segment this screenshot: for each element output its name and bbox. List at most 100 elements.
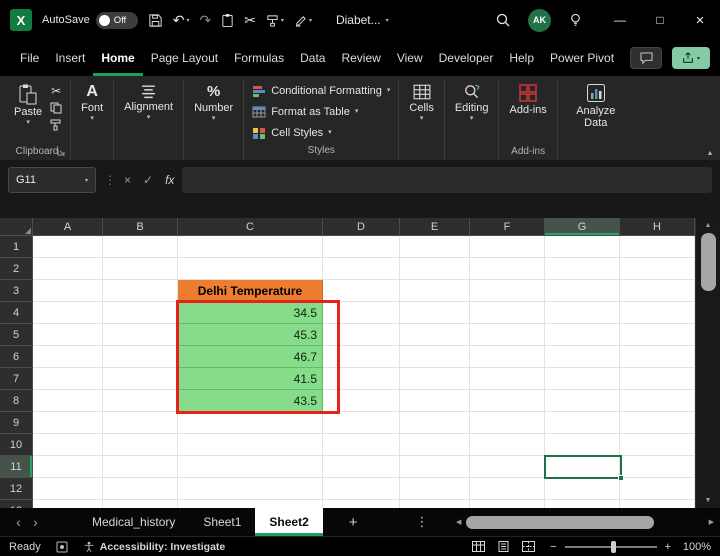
cell-E13[interactable] (400, 500, 470, 508)
close-button[interactable]: × (680, 0, 720, 40)
cell-A10[interactable] (33, 434, 103, 456)
format-painter-button[interactable] (50, 119, 62, 131)
cell-A5[interactable] (33, 324, 103, 346)
menu-tab-formulas[interactable]: Formulas (226, 40, 292, 76)
cell-F11[interactable] (470, 456, 545, 478)
conditional-formatting-button[interactable]: Conditional Formatting ▾ (249, 80, 393, 101)
dialog-launcher-icon[interactable] (57, 148, 65, 156)
row-header-10[interactable]: 10 (0, 434, 33, 456)
menu-tab-page-layout[interactable]: Page Layout (143, 40, 226, 76)
cell-A13[interactable] (33, 500, 103, 508)
cell-G6[interactable] (545, 346, 620, 368)
cell-B1[interactable] (103, 236, 178, 258)
cell-A4[interactable] (33, 302, 103, 324)
cell-C12[interactable] (178, 478, 323, 500)
cell-H7[interactable] (620, 368, 695, 390)
row-header-5[interactable]: 5 (0, 324, 33, 346)
cell-G3[interactable] (545, 280, 620, 302)
formula-input[interactable] (182, 167, 712, 193)
cell-G12[interactable] (545, 478, 620, 500)
cell-F12[interactable] (470, 478, 545, 500)
row-header-2[interactable]: 2 (0, 258, 33, 280)
qat-paste-button[interactable] (221, 13, 234, 28)
cell-G8[interactable] (545, 390, 620, 412)
save-button[interactable] (148, 13, 163, 28)
comments-button[interactable] (630, 47, 662, 69)
vertical-scrollbar-thumb[interactable] (700, 233, 716, 291)
row-header-8[interactable]: 8 (0, 390, 33, 412)
cell-E2[interactable] (400, 258, 470, 280)
row-header-1[interactable]: 1 (0, 236, 33, 258)
workbook-name[interactable]: Diabet... ▾ (336, 13, 389, 27)
column-header-E[interactable]: E (400, 218, 470, 236)
share-button[interactable]: ▾ (672, 47, 710, 69)
cell-D11[interactable] (323, 456, 400, 478)
menu-tab-power-pivot[interactable]: Power Pivot (542, 40, 622, 76)
next-sheet-button[interactable]: › (27, 508, 44, 536)
font-button[interactable]: A Font ▾ (76, 80, 108, 124)
cell-E6[interactable] (400, 346, 470, 368)
menu-tab-developer[interactable]: Developer (431, 40, 502, 76)
cell-H11[interactable] (620, 456, 695, 478)
cell-A12[interactable] (33, 478, 103, 500)
cell-F13[interactable] (470, 500, 545, 508)
sheet-tab-sheet1[interactable]: Sheet1 (189, 508, 255, 536)
cell-C2[interactable] (178, 258, 323, 280)
cell-D5[interactable] (323, 324, 400, 346)
column-header-F[interactable]: F (470, 218, 545, 236)
format-as-table-button[interactable]: Format as Table ▾ (249, 101, 393, 122)
scroll-left-icon[interactable]: ◀ (456, 518, 461, 526)
number-button[interactable]: % Number ▾ (189, 80, 238, 124)
cell-H2[interactable] (620, 258, 695, 280)
cell-E9[interactable] (400, 412, 470, 434)
cell-B5[interactable] (103, 324, 178, 346)
sheet-tab-medical_history[interactable]: Medical_history (78, 508, 189, 536)
menu-tab-insert[interactable]: Insert (47, 40, 93, 76)
menu-tab-file[interactable]: File (12, 40, 47, 76)
column-header-D[interactable]: D (323, 218, 400, 236)
cell-C10[interactable] (178, 434, 323, 456)
cell-D6[interactable] (323, 346, 400, 368)
zoom-in-button[interactable]: + (665, 541, 671, 553)
menu-tab-data[interactable]: Data (292, 40, 333, 76)
cell-H6[interactable] (620, 346, 695, 368)
cell-D13[interactable] (323, 500, 400, 508)
paste-button[interactable]: Paste ▾ (9, 80, 47, 128)
cell-A3[interactable] (33, 280, 103, 302)
cells-button[interactable]: Cells ▾ (404, 80, 438, 124)
cell-G1[interactable] (545, 236, 620, 258)
cell-E8[interactable] (400, 390, 470, 412)
search-icon[interactable] (495, 12, 511, 28)
cell-G10[interactable] (545, 434, 620, 456)
cell-D8[interactable] (323, 390, 400, 412)
cell-F5[interactable] (470, 324, 545, 346)
cell-G13[interactable] (545, 500, 620, 508)
cell-D1[interactable] (323, 236, 400, 258)
cell-G4[interactable] (545, 302, 620, 324)
column-header-C[interactable]: C (178, 218, 323, 236)
cell-C6[interactable]: 46.7 (178, 346, 323, 368)
cell-F8[interactable] (470, 390, 545, 412)
sheet-options-button[interactable]: ⋮ (416, 508, 429, 536)
redo-button[interactable]: ↷ (199, 12, 211, 29)
cell-B2[interactable] (103, 258, 178, 280)
cell-C1[interactable] (178, 236, 323, 258)
cell-C3[interactable]: Delhi Temperature (178, 280, 323, 302)
maximize-button[interactable]: □ (640, 0, 680, 40)
cell-H12[interactable] (620, 478, 695, 500)
cell-B9[interactable] (103, 412, 178, 434)
cell-A6[interactable] (33, 346, 103, 368)
scroll-down-icon[interactable]: ▼ (705, 497, 712, 504)
cell-H3[interactable] (620, 280, 695, 302)
macro-record-icon[interactable] (56, 541, 68, 553)
vertical-scrollbar[interactable]: ▲ ▼ (695, 218, 720, 508)
autosave-toggle[interactable]: Off (95, 11, 138, 29)
cell-C5[interactable]: 45.3 (178, 324, 323, 346)
zoom-slider-knob[interactable] (610, 540, 616, 553)
qat-cut-button[interactable]: ✂ (244, 12, 256, 29)
new-sheet-button[interactable]: + (349, 508, 358, 536)
accessibility-status[interactable]: Accessibility: Investigate (83, 541, 225, 553)
lightbulb-icon[interactable] (568, 12, 583, 28)
horizontal-scrollbar[interactable]: ◀ ▶ (456, 508, 714, 536)
cell-B11[interactable] (103, 456, 178, 478)
